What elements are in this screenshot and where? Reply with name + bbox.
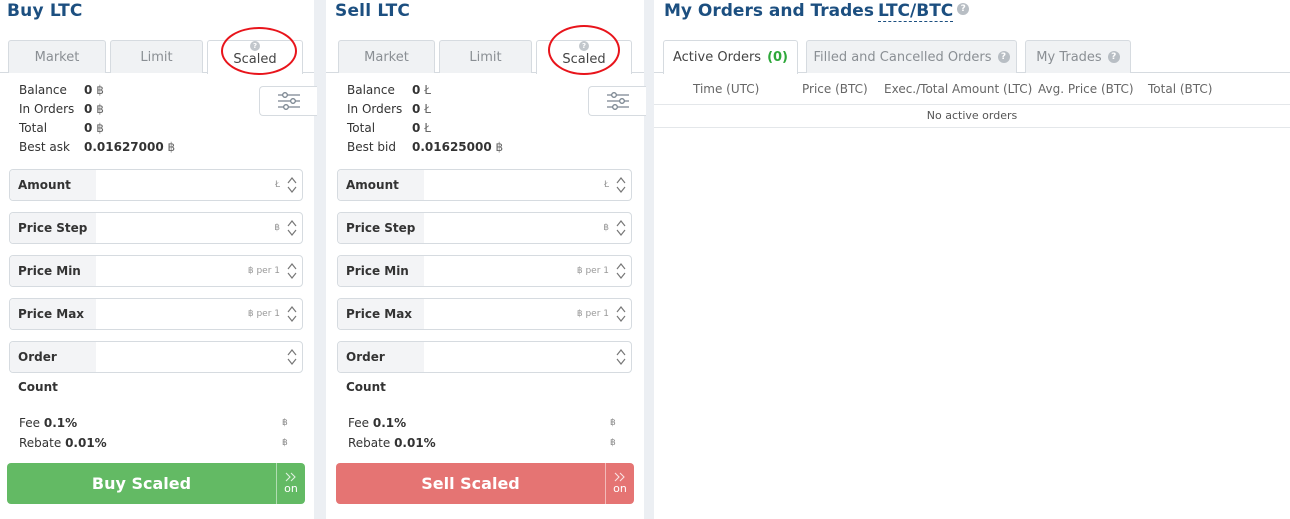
- column-header-price: Price (BTC): [802, 82, 868, 96]
- orders-title: My Orders and Trades LTC/BTC?: [664, 1, 970, 22]
- amount-field[interactable]: Amount Ł: [337, 169, 632, 201]
- tab-filled-cancelled[interactable]: Filled and Cancelled Orders ?: [806, 40, 1017, 73]
- rebate-row: Rebate 0.01%: [348, 436, 436, 450]
- sell-scaled-label: Sell Scaled: [421, 474, 520, 493]
- balance-row: Balance 0 Ł: [347, 83, 431, 97]
- orders-panel: My Orders and Trades LTC/BTC? Active Orde…: [654, 0, 1290, 519]
- balance-row: Balance 0 ฿: [19, 83, 104, 97]
- pair-selector[interactable]: LTC/BTC: [877, 1, 954, 22]
- spinner-icon[interactable]: [287, 261, 297, 281]
- spinner-icon[interactable]: [616, 218, 626, 238]
- double-chevron-right-icon: [614, 472, 625, 482]
- spinner-icon[interactable]: [287, 218, 297, 238]
- tab-active-orders[interactable]: Active Orders (0): [663, 40, 798, 74]
- best-bid-row: Best bid 0.01625000 ฿: [347, 140, 504, 154]
- sell-panel-title: Sell LTC: [335, 1, 411, 21]
- buy-panel: Buy LTC Market Limit ? Scaled Balance 0 ฿…: [0, 0, 317, 519]
- price-step-field[interactable]: Price Step ฿: [9, 212, 303, 244]
- price-max-field[interactable]: Price Max ฿ per 1: [9, 298, 303, 330]
- rebate-row: Rebate 0.01%: [19, 436, 107, 450]
- rebate-currency: ฿: [610, 438, 616, 448]
- spinner-icon[interactable]: [616, 261, 626, 281]
- buy-scaled-button[interactable]: Buy Scaled on: [7, 463, 305, 504]
- tab-market[interactable]: Market: [338, 40, 435, 73]
- column-header-avg-price: Avg. Price (BTC): [1038, 82, 1134, 96]
- sliders-icon: [606, 92, 629, 110]
- help-icon[interactable]: ?: [250, 41, 260, 51]
- tab-scaled-label: Scaled: [233, 52, 277, 67]
- order-count-field[interactable]: Order Count: [337, 341, 632, 394]
- in-orders-row: In Orders 0 ฿: [19, 102, 104, 116]
- tab-limit[interactable]: Limit: [110, 40, 203, 73]
- fee-row: Fee 0.1%: [19, 416, 78, 430]
- settings-button[interactable]: [259, 86, 317, 116]
- double-chevron-right-icon: [285, 472, 296, 482]
- help-icon[interactable]: ?: [1107, 51, 1120, 63]
- price-min-field[interactable]: Price Min ฿ per 1: [9, 255, 303, 287]
- column-header-amount: Exec./Total Amount (LTC): [884, 82, 1033, 96]
- amount-field[interactable]: Amount Ł: [9, 169, 303, 201]
- tab-limit[interactable]: Limit: [439, 40, 532, 73]
- tab-scaled[interactable]: ? Scaled: [536, 40, 632, 74]
- price-step-field[interactable]: Price Step ฿: [337, 212, 632, 244]
- auto-toggle[interactable]: on: [276, 463, 305, 504]
- spinner-icon[interactable]: [616, 175, 626, 195]
- best-ask-row: Best ask 0.01627000 ฿: [19, 140, 176, 154]
- spinner-icon[interactable]: [287, 347, 297, 367]
- in-orders-row: In Orders 0 Ł: [347, 102, 431, 116]
- price-max-field[interactable]: Price Max ฿ per 1: [337, 298, 632, 330]
- fee-currency: ฿: [610, 418, 616, 428]
- tab-scaled[interactable]: ? Scaled: [207, 40, 303, 74]
- empty-state: No active orders: [926, 109, 1018, 122]
- sell-scaled-button[interactable]: Sell Scaled on: [336, 463, 634, 504]
- auto-toggle[interactable]: on: [605, 463, 634, 504]
- order-count-field[interactable]: Order Count: [9, 341, 303, 394]
- spinner-icon[interactable]: [616, 304, 626, 324]
- buy-scaled-label: Buy Scaled: [91, 474, 192, 493]
- tab-scaled-label: Scaled: [562, 52, 606, 67]
- fee-currency: ฿: [282, 418, 288, 428]
- sell-order-type-tabs: Market Limit ? Scaled: [326, 40, 644, 74]
- spinner-icon[interactable]: [616, 347, 626, 367]
- rebate-currency: ฿: [282, 438, 288, 448]
- sell-panel: Sell LTC Market Limit ? Scaled Balance 0 …: [326, 0, 646, 519]
- buy-panel-title: Buy LTC: [7, 1, 83, 21]
- total-row: Total 0 Ł: [347, 121, 431, 135]
- settings-button[interactable]: [588, 86, 646, 116]
- spinner-icon[interactable]: [287, 304, 297, 324]
- column-header-time: Time (UTC): [693, 82, 760, 96]
- total-row: Total 0 ฿: [19, 121, 104, 135]
- price-min-field[interactable]: Price Min ฿ per 1: [337, 255, 632, 287]
- row-divider: [654, 127, 1290, 128]
- tab-market[interactable]: Market: [8, 40, 106, 73]
- header-divider: [654, 104, 1290, 105]
- column-header-total: Total (BTC): [1148, 82, 1213, 96]
- tab-my-trades[interactable]: My Trades ?: [1025, 40, 1131, 73]
- buy-order-type-tabs: Market Limit ? Scaled: [0, 40, 314, 74]
- fee-row: Fee 0.1%: [348, 416, 407, 430]
- help-icon[interactable]: ?: [579, 41, 589, 51]
- help-icon[interactable]: ?: [997, 51, 1010, 63]
- help-icon[interactable]: ?: [957, 3, 970, 15]
- spinner-icon[interactable]: [287, 175, 297, 195]
- sliders-icon: [277, 92, 300, 110]
- active-orders-count: (0): [767, 50, 788, 65]
